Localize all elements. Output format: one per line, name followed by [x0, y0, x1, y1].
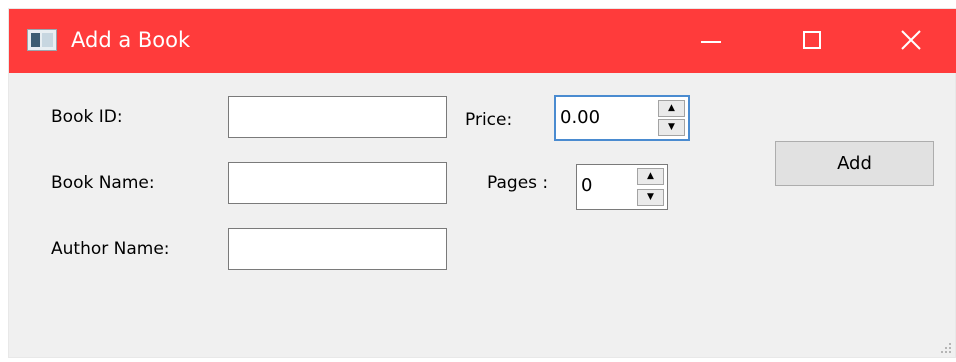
book-name-input[interactable] — [228, 162, 447, 204]
arrow-up-icon: ▲ — [647, 171, 654, 181]
add-button[interactable]: Add — [775, 141, 934, 186]
book-id-input[interactable] — [228, 96, 447, 138]
pages-increment-button[interactable]: ▲ — [637, 168, 664, 185]
price-label: Price: — [465, 110, 513, 130]
maximize-button[interactable] — [783, 9, 843, 73]
close-icon — [901, 30, 921, 50]
app-window-icon — [27, 29, 57, 51]
price-increment-button[interactable]: ▲ — [658, 100, 685, 117]
resize-grip-icon[interactable] — [939, 341, 951, 353]
price-spinbox[interactable]: 0.00 ▲ ▼ — [554, 95, 690, 141]
window-title: Add a Book — [71, 28, 191, 52]
author-name-label: Author Name: — [51, 239, 170, 259]
book-name-label: Book Name: — [51, 173, 155, 193]
price-value[interactable]: 0.00 — [560, 107, 600, 129]
arrow-up-icon: ▲ — [668, 103, 675, 113]
author-name-input[interactable] — [228, 228, 447, 270]
price-decrement-button[interactable]: ▼ — [658, 119, 685, 136]
book-id-label: Book ID: — [51, 107, 123, 127]
arrow-down-icon: ▼ — [668, 122, 675, 132]
pages-decrement-button[interactable]: ▼ — [637, 189, 664, 206]
arrow-down-icon: ▼ — [647, 192, 654, 202]
title-bar[interactable]: Add a Book — [9, 9, 956, 73]
pages-spinbox[interactable]: 0 ▲ ▼ — [576, 164, 668, 210]
maximize-icon — [803, 31, 821, 49]
pages-value[interactable]: 0 — [581, 175, 592, 197]
add-book-window: Add a Book Book ID: Book Name: Author Na… — [8, 8, 956, 358]
pages-label: Pages : — [487, 173, 549, 193]
close-button[interactable] — [881, 9, 941, 73]
minimize-icon — [701, 41, 721, 43]
minimize-button[interactable] — [681, 9, 741, 73]
